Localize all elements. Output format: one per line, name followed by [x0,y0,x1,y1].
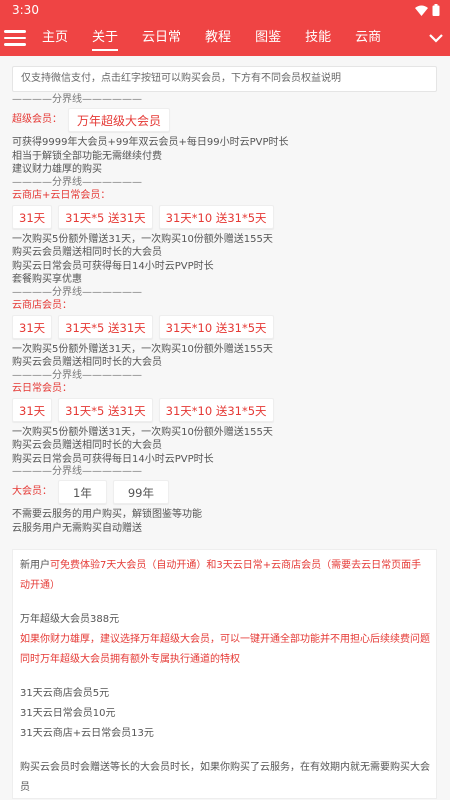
tab-skills[interactable]: 技能 [293,20,343,56]
combo-member-label: 云商店+云日常会员： [12,189,111,201]
divider: ————分界线—————— [12,94,142,105]
daily-31-days-button[interactable]: 31天 [12,397,53,422]
tab-codex[interactable]: 图鉴 [243,20,293,56]
tab-about[interactable]: 关于 [80,20,130,56]
advice-text: 如果你财力雄厚，建议选择万年超级大会员，可以一键开通全部功能并不用担心后续续费问… [20,634,430,665]
big-line: 云服务用户无需购买自动赠送 [12,522,142,534]
chevron-down-icon[interactable] [422,20,450,56]
shop-10x-button[interactable]: 31天*10 送31*5天 [158,314,274,339]
price-combo: 31天云商店+云日常会员13元 [20,728,154,739]
big-99-year-button[interactable]: 99年 [112,480,169,504]
divider: ————分界线—————— [12,466,142,477]
combo-line: 套餐购买享优惠 [12,274,82,285]
shop-31-days-button[interactable]: 31天 [12,314,53,339]
big-member-row: 大会员： 1年 99年 [12,480,437,504]
combo-5x-button[interactable]: 31天*5 送31天 [58,204,153,229]
shop-member-label: 云商店会员： [12,299,72,311]
wifi-icon [415,5,428,16]
status-icons [415,4,440,16]
combo-line: 一次购买5份额外赠送31天，一次购买10份额外赠送155天 [12,233,273,245]
tab-home[interactable]: 主页 [30,20,80,56]
buy-super-member-button[interactable]: 万年超级大会员 [68,108,171,132]
main-content: 仅支持微信支付，点击红字按钮可以购买会员，下方有不同会员权益说明 ————分界线… [0,56,450,799]
notice-banner: 仅支持微信支付，点击红字按钮可以购买会员，下方有不同会员权益说明 [12,66,437,92]
price-daily: 31天云日常会员10元 [20,708,116,719]
divider: ————分界线—————— [12,286,142,298]
status-time: 3:30 [12,3,39,17]
shop-line: 购买云会员赠送相同时长的大会员 [12,357,162,368]
tail-note: 购买云会员时会赠送等长的大会员时长，如果你购买了云服务，在有效期内就无需要购买大… [20,762,430,793]
super-member-label: 超级会员： [12,114,62,125]
divider: ————分界线—————— [12,369,142,381]
shop-line: 一次购买5份额外赠送31天，一次购买10份额外赠送155天 [12,343,273,355]
combo-member-options: 31天 31天*5 送31天 31天*10 送31*5天 [12,204,437,229]
price-super: 万年超级大会员388元 [20,614,120,625]
daily-line: 一次购买5份额外赠送31天，一次购买10份额外赠送155天 [12,426,273,438]
shop-5x-button[interactable]: 31天*5 送31天 [58,314,153,339]
divider: ————分界线—————— [12,176,142,188]
daily-line: 购买云日常会员可获得每日14小时云PVP时长 [12,453,214,465]
tab-cloud-shop[interactable]: 云商 [343,20,393,56]
app-bar: 主页 关于 云日常 教程 图鉴 技能 云商 [0,20,450,56]
big-1-year-button[interactable]: 1年 [58,480,107,504]
status-bar: 3:30 [0,0,450,20]
price-shop: 31天云商店会员5元 [20,688,110,699]
super-line: 可获得9999年大会员+99年双云会员+每日99小时云PVP时长 [12,137,289,148]
menu-icon[interactable] [0,20,30,56]
shop-member-options: 31天 31天*5 送31天 31天*10 送31*5天 [12,314,437,339]
combo-31-days-button[interactable]: 31天 [12,204,53,229]
daily-5x-button[interactable]: 31天*5 送31天 [58,397,153,422]
big-member-label: 大会员： [12,486,52,497]
tab-bar: 主页 关于 云日常 教程 图鉴 技能 云商 [30,20,450,56]
combo-10x-button[interactable]: 31天*10 送31*5天 [158,204,274,229]
combo-line: 购买云会员赠送相同时长的大会员 [12,247,162,258]
new-user-offer: 可免费体验7天大会员（自动开通）和3天云日常+云商店会员（需要去云日常页面手动开… [20,560,422,591]
new-user-label: 新用户 [20,560,50,571]
big-line: 不需要云服务的用户购买，解锁图鉴等功能 [12,509,202,520]
tab-tutorial[interactable]: 教程 [193,20,243,56]
daily-line: 购买云会员赠送相同时长的大会员 [12,440,162,451]
daily-member-options: 31天 31天*5 送31天 31天*10 送31*5天 [12,397,437,422]
daily-member-label: 云日常会员： [12,382,72,394]
membership-info-card: 新用户可免费体验7天大会员（自动开通）和3天云日常+云商店会员（需要去云日常页面… [12,549,437,799]
new-user-intro: 新用户可免费体验7天大会员（自动开通）和3天云日常+云商店会员（需要去云日常页面… [20,556,430,596]
tab-cloud-daily[interactable]: 云日常 [130,20,193,56]
daily-10x-button[interactable]: 31天*10 送31*5天 [158,397,274,422]
super-line: 相当于解锁全部功能无需继续付费 [12,150,162,162]
super-line: 建议财力雄厚的购买 [12,164,102,175]
battery-icon [432,4,440,16]
combo-line: 购买云日常会员可获得每日14小时云PVP时长 [12,260,214,272]
super-member-row: 超级会员： 万年超级大会员 [12,108,437,132]
